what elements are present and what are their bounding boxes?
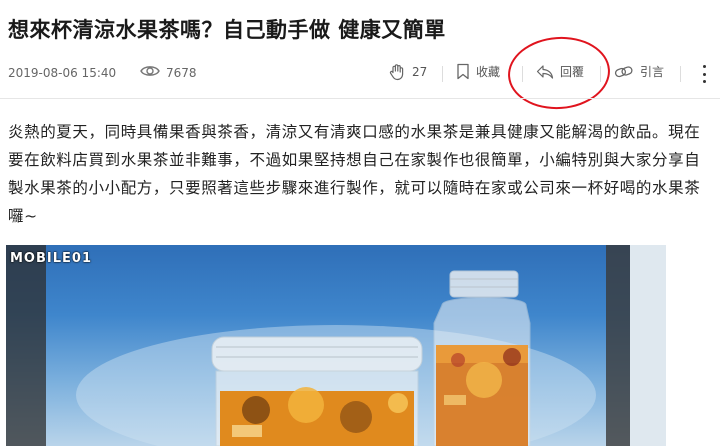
mobile01-watermark: MOBILE01: [10, 251, 92, 266]
reply-button[interactable]: 回覆: [536, 63, 584, 80]
article-title: 想來杯清涼水果茶嗎？自己動手做 健康又簡單: [8, 18, 446, 42]
view-count: 7678: [140, 64, 197, 81]
vertical-dots-icon[interactable]: [698, 65, 710, 83]
meta-divider: [0, 98, 720, 99]
reply-label: 回覆: [560, 65, 585, 79]
like-button[interactable]: 27: [388, 63, 427, 81]
reply-arrow-icon: [536, 64, 554, 80]
article-body-paragraph: 炎熱的夏天，同時具備果香與茶香，清涼又有清爽口感的水果茶是兼具健康又能解渴的飲品…: [8, 123, 701, 225]
article-page: 想來杯清涼水果茶嗎？自己動手做 健康又簡單 2019-08-06 15:40 7…: [0, 0, 720, 446]
fruit-tea-photo-illustration: [6, 245, 666, 446]
action-separator: [680, 66, 681, 82]
article-meta-bar: 2019-08-06 15:40 7678 27 收藏 回覆 引言: [0, 58, 720, 90]
like-count: 27: [412, 65, 428, 79]
quote-button[interactable]: 引言: [614, 63, 664, 80]
clap-hand-icon: [388, 63, 406, 81]
article-photo: MOBILE01: [6, 245, 666, 446]
action-separator: [522, 66, 523, 82]
quote-label: 引言: [640, 65, 665, 79]
action-separator: [600, 66, 601, 82]
bookmark-icon: [456, 63, 470, 80]
quote-link-icon: [614, 64, 634, 80]
post-date: 2019-08-06 15:40: [8, 66, 117, 80]
bookmark-button[interactable]: 收藏: [456, 63, 500, 80]
eye-icon: [140, 64, 160, 81]
action-separator: [442, 66, 443, 82]
bookmark-label: 收藏: [476, 65, 501, 79]
view-count-value: 7678: [166, 65, 197, 80]
